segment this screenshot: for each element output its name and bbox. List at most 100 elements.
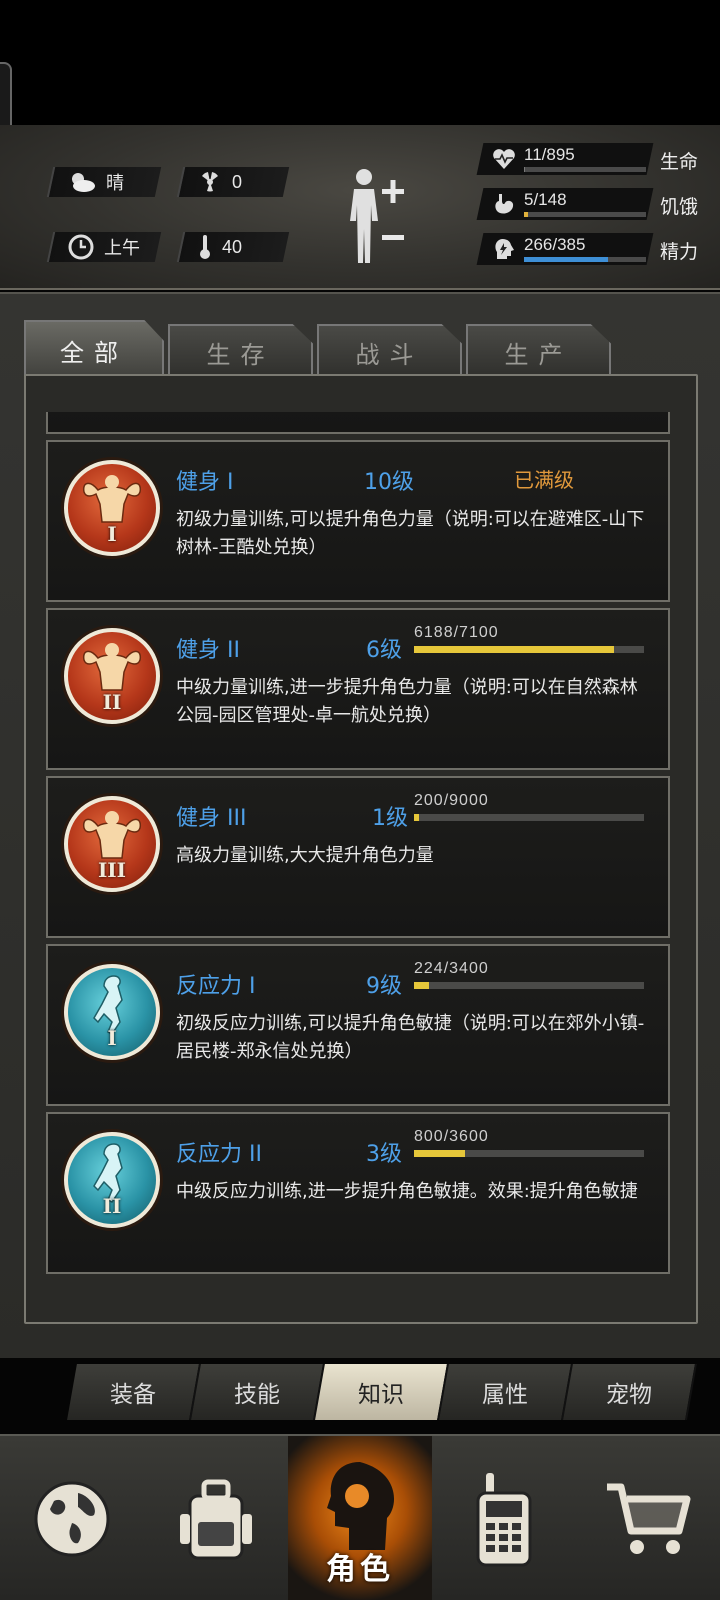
energy-bar [524,257,646,262]
health-bar [524,167,646,172]
health-stat: 11/895 生命 [476,143,720,175]
nav-character-label: 角色 [326,1552,394,1587]
skill-progress-bar [414,1150,644,1157]
nav-shop[interactable] [576,1436,720,1600]
tab-all-label: 全部 [60,338,128,367]
category-skills-label: 技能 [234,1382,280,1408]
skill-description: 中级力量训练,进一步提升角色力量（说明:可以在自然森林公园-园区管理处-卓一航处… [176,677,638,726]
temperature-chip: 40 [176,232,290,262]
category-equipment[interactable]: 装备 [67,1364,201,1420]
skill-description: 中级反应力训练,进一步提升角色敏捷。效果:提升角色敏捷 [176,1181,638,1202]
skill-progress-fill [414,646,615,653]
agility-icon: I [64,964,160,1060]
energy-value: 266/385 [524,235,586,254]
top-bar [0,0,720,125]
hunger-value: 5/148 [524,190,567,209]
skill-name: 反应力 II [176,1142,262,1167]
badge-numeral: II [102,1194,122,1218]
shopping-cart-icon [607,1483,691,1554]
skill-progress-bar [414,982,644,989]
skills-panel: 全部 生存 战斗 生产 III高级瑜伽训练,大大提升身体素质。效果:大量提升角色… [0,292,720,1358]
skill-card[interactable]: III 健身 III 1级 200/9000 高级力量训练,大大提升角色力量 [46,776,670,938]
skill-list-frame: III高级瑜伽训练,大大提升身体素质。效果:大量提升角色体质（说明:可以在郊外小… [24,374,698,1324]
tab-survival[interactable]: 生存 [168,324,313,378]
category-knowledge-label: 知识 [358,1382,404,1408]
bottom-nav: 角色 [0,1434,720,1600]
time-text: 上午 [104,238,140,258]
nav-radio[interactable] [432,1436,576,1600]
tab-survival-label: 生存 [206,340,275,369]
skill-progress-text: 6188/7100 [414,624,499,641]
hunger-bar [524,212,646,217]
skill-name: 健身 III [176,806,247,831]
skill-description: 初级力量训练,可以提升角色力量（说明:可以在避难区-山下树林-王酷处兑换） [176,509,645,558]
tab-production-label: 生产 [504,340,573,369]
time-chip: 上午 [46,232,162,262]
weather-text: 晴 [106,173,124,193]
radiation-chip: 0 [176,167,290,197]
skill-progress-bar [414,814,644,821]
agility-icon: II [64,1132,160,1228]
tab-production[interactable]: 生产 [466,324,611,378]
energy-head-icon [495,239,514,259]
muscle-icon: I [64,460,160,556]
radiation-icon [202,172,218,192]
maxed-badge: 已满级 [514,468,574,492]
skill-name: 健身 I [176,470,234,495]
nav-character[interactable]: 角色 [288,1436,432,1600]
skill-card[interactable]: I 反应力 I 9级 224/3400 初级反应力训练,可以提升角色敏捷（说明:可以在郊… [46,944,670,1106]
clock-icon [68,234,94,260]
thermometer-icon [200,235,210,259]
skill-progress-fill [414,1150,466,1157]
skill-card[interactable]: II 健身 II 6级 6188/7100 中级力量训练,进一步提升角色力量（说明:可以… [46,608,670,770]
skill-level: 6级 [366,638,402,663]
category-pets[interactable]: 宠物 [563,1364,697,1420]
skill-description: 初级反应力训练,可以提升角色敏捷（说明:可以在郊外小镇-居民楼-郑永信处兑换） [176,1013,645,1062]
weather-chip: 晴 [46,167,162,197]
skill-progress-text: 800/3600 [414,1128,489,1145]
skill-progress-fill [414,814,420,821]
badge-numeral: II [102,690,122,714]
category-attributes[interactable]: 属性 [439,1364,573,1420]
skill-card[interactable]: I 健身 I 10级 已满级初级力量训练,可以提升角色力量（说明:可以在避难区-山下树… [46,440,670,602]
category-skills[interactable]: 技能 [191,1364,325,1420]
skill-card[interactable]: II 反应力 II 3级 800/3600 中级反应力训练,进一步提升角色敏捷。效果:提… [46,1112,670,1274]
skill-progress-bar [414,646,644,653]
heart-pulse-icon [493,149,515,169]
filter-tabs: 全部 生存 战斗 生产 [24,320,611,378]
temperature-value: 40 [222,236,243,257]
nav-backpack[interactable] [144,1436,288,1600]
character-figure-icon[interactable] [342,165,414,265]
skill-progress-fill [414,982,430,989]
tab-all[interactable]: 全部 [24,320,164,378]
hunger-stat: 5/148 饥饿 [476,188,720,220]
badge-numeral: I [107,522,117,546]
energy-stat: 266/385 精力 [476,233,720,265]
energy-label: 精力 [660,241,699,263]
category-pets-label: 宠物 [606,1382,652,1408]
globe-icon [34,1481,110,1557]
category-attributes-label: 属性 [482,1382,528,1408]
skill-card[interactable]: III高级瑜伽训练,大大提升身体素质。效果:大量提升角色体质（说明:可以在郊外小… [46,412,670,434]
nav-world[interactable] [0,1436,144,1600]
muscle-icon: III [64,796,160,892]
skill-description: 高级力量训练,大大提升角色力量 [176,845,434,866]
stomach-icon [495,194,514,214]
character-head-icon [327,1462,395,1550]
skill-progress-text: 224/3400 [414,960,489,977]
cloud-sun-icon [72,173,95,192]
skill-progress-text: 200/9000 [414,792,489,809]
skill-level: 3级 [366,1142,402,1167]
tab-combat-label: 战斗 [355,340,424,369]
backpack-icon [180,1479,252,1560]
category-knowledge[interactable]: 知识 [315,1364,449,1420]
skill-level: 10级 [364,470,414,495]
health-label: 生命 [660,151,699,173]
badge-numeral: III [97,858,127,882]
tab-combat[interactable]: 战斗 [317,324,462,378]
hunger-label: 饥饿 [660,196,699,218]
radiation-value: 0 [232,171,243,192]
category-equipment-label: 装备 [110,1382,156,1408]
badge-numeral: I [107,1026,117,1050]
skill-list[interactable]: III高级瑜伽训练,大大提升身体素质。效果:大量提升角色体质（说明:可以在郊外小… [46,412,698,1302]
